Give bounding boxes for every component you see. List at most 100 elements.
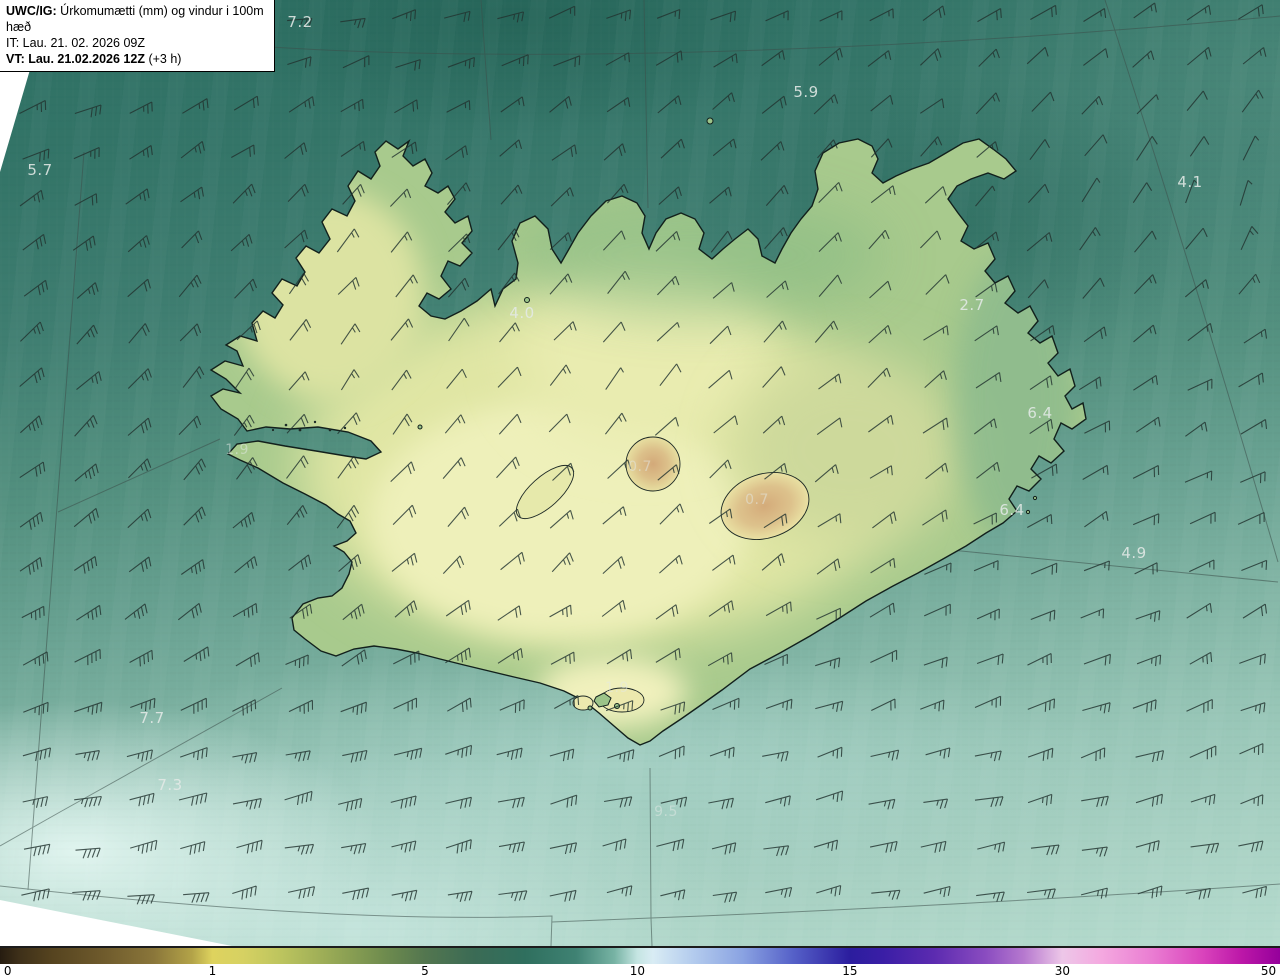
wind-barb <box>1027 793 1053 806</box>
wind-barb <box>391 840 417 853</box>
wind-barb <box>1186 90 1208 111</box>
wind-barb <box>660 138 685 159</box>
wind-barb <box>180 140 205 159</box>
wind-barb <box>1081 795 1109 808</box>
wind-barb <box>236 839 263 854</box>
wind-barb <box>1189 559 1215 573</box>
wind-barb <box>708 797 734 810</box>
wind-barb <box>1030 844 1060 856</box>
wind-barb <box>390 795 417 809</box>
wind-barb <box>234 278 258 299</box>
wind-barb <box>1238 273 1261 295</box>
colorbar-tick-50: 50 <box>1260 964 1277 978</box>
wind-barb <box>1136 94 1159 115</box>
wind-barb <box>130 839 158 854</box>
wind-barb <box>1187 46 1212 66</box>
wind-barb <box>21 605 45 621</box>
wind-barb <box>604 796 633 808</box>
wind-barb <box>922 5 946 22</box>
wind-barb <box>1027 514 1053 528</box>
wind-barb <box>713 53 738 68</box>
wind-barb <box>74 701 103 715</box>
wind-barb <box>550 187 574 207</box>
wind-barb <box>1082 277 1105 299</box>
wind-barb <box>1135 840 1160 853</box>
wind-barb <box>1031 463 1058 479</box>
wind-barb <box>762 750 789 762</box>
wind-barb <box>869 840 898 853</box>
map-canvas: 7.2 5.9 5.7 4.1 4.0 2.7 6.4 6.4 4.9 7.7 7.3 0.7 0.7 1… <box>0 0 1280 946</box>
wind-barb <box>22 651 49 666</box>
wind-barb <box>393 747 423 760</box>
wind-barb <box>1083 326 1107 343</box>
wind-barb <box>129 101 153 114</box>
colorbar-tick-30: 30 <box>1054 964 1071 978</box>
wind-barb <box>74 463 99 482</box>
product-title-line: UWC/IG: Úrkomumætti (mm) og vindur i 100… <box>6 4 264 34</box>
wind-barb <box>128 323 150 344</box>
wind-barb <box>660 796 688 808</box>
wind-barb <box>977 841 1006 853</box>
wind-barb <box>1238 4 1264 20</box>
wind-barb <box>232 752 258 764</box>
wind-barb <box>1135 750 1165 763</box>
wind-barb <box>342 55 370 69</box>
wind-barb <box>288 554 312 571</box>
wind-barb <box>817 746 843 759</box>
wind-barb <box>602 838 627 852</box>
wind-barb <box>497 796 525 809</box>
wind-barb <box>181 230 203 249</box>
wind-barb <box>285 654 309 669</box>
wind-barb <box>976 891 1005 902</box>
wind-barb <box>19 367 45 387</box>
wind-barb <box>974 750 1002 762</box>
colorbar-tick-0: 0 <box>3 964 12 978</box>
wind-barb <box>765 886 793 898</box>
wind-barb <box>126 749 153 762</box>
product-title-box: UWC/IG: Úrkomumætti (mm) og vindur i 100… <box>0 0 275 72</box>
wind-barb <box>341 842 367 855</box>
wind-barb <box>1030 4 1057 20</box>
wind-barb <box>760 141 785 161</box>
wind-barb <box>230 233 253 252</box>
wind-barb <box>658 745 685 760</box>
wind-barb <box>22 747 52 762</box>
wind-barb <box>925 747 951 759</box>
wind-barb <box>500 96 525 113</box>
wind-barb <box>19 557 43 575</box>
wind-barb <box>231 144 255 158</box>
wind-barb <box>73 146 100 160</box>
wind-barb <box>1189 651 1213 665</box>
wind-barb <box>1132 182 1153 204</box>
wind-barb <box>1083 560 1110 572</box>
wind-barb <box>74 415 98 437</box>
wind-barb <box>1240 471 1266 484</box>
wind-barb <box>1190 842 1220 854</box>
wind-barb <box>395 59 421 71</box>
wind-barb <box>549 842 578 855</box>
map-vector-layer <box>0 0 1280 946</box>
wind-barb <box>20 321 44 342</box>
wind-barb <box>499 139 523 157</box>
wind-barb <box>1238 372 1264 388</box>
wind-barb <box>1084 420 1111 434</box>
wind-barb <box>287 56 312 68</box>
wind-barb <box>549 95 572 113</box>
wind-barb <box>22 233 47 251</box>
wind-barb <box>1082 702 1111 714</box>
wind-barb <box>178 274 202 298</box>
wind-barb <box>709 746 735 759</box>
wind-barb <box>232 885 257 900</box>
wind-barb <box>392 9 417 21</box>
wind-barb <box>761 49 785 67</box>
wind-barb <box>815 657 841 669</box>
wind-barb <box>23 701 49 716</box>
wind-barb <box>551 144 577 161</box>
wind-barb <box>127 278 151 298</box>
wind-barb <box>710 10 737 23</box>
wind-barb <box>75 847 101 859</box>
wind-barb <box>550 794 578 808</box>
wind-barb <box>1186 698 1213 713</box>
wind-barb <box>1239 179 1253 206</box>
wind-barb <box>1029 139 1050 161</box>
